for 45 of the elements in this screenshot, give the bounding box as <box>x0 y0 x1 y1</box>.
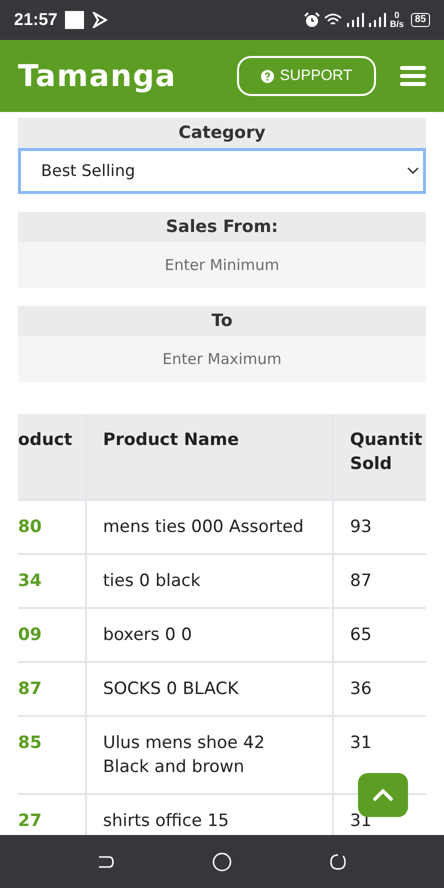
alarm-icon <box>304 12 320 28</box>
brand-logo[interactable]: Tamanga <box>18 54 176 98</box>
product-link[interactable]: 27 <box>18 811 42 831</box>
table-cell: 93 <box>350 517 372 537</box>
column-header: Quantit Sold <box>333 414 426 500</box>
back-icon[interactable] <box>96 854 115 870</box>
column-header: oduct <box>18 414 86 500</box>
menu-icon[interactable] <box>400 66 426 86</box>
maximum-input[interactable]: Enter Maximum <box>18 336 426 382</box>
chevron-up-icon <box>373 789 393 801</box>
support-button[interactable]: SUPPORT <box>237 56 376 96</box>
table-cell: 31 <box>350 733 372 753</box>
product-link[interactable]: 85 <box>18 733 42 753</box>
minimum-input[interactable]: Enter Minimum <box>18 242 426 288</box>
recents-icon[interactable] <box>329 852 348 870</box>
product-link[interactable]: 34 <box>18 571 42 591</box>
table-cell: mens ties 000 Assorted <box>103 517 304 537</box>
field-label: To <box>18 306 426 336</box>
chevron-down-icon <box>407 167 419 175</box>
home-icon[interactable] <box>212 852 232 872</box>
table-cell: boxers 0 0 <box>103 625 192 645</box>
battery-indicator: 85 <box>410 13 430 27</box>
table-cell: ties 0 black <box>103 571 200 591</box>
table-cell: 87 <box>350 571 372 591</box>
wifi-icon <box>324 13 342 27</box>
product-link[interactable]: 87 <box>18 679 42 699</box>
net-speed-value: 0 <box>394 11 400 20</box>
status-time: 21:57 <box>14 9 58 32</box>
table-cell: shirts office 15 <box>103 811 229 831</box>
play-icon <box>92 12 108 28</box>
product-link[interactable]: 09 <box>18 625 42 645</box>
field-label: Sales From: <box>18 212 426 242</box>
square-icon <box>65 11 84 29</box>
signal-icon <box>346 13 364 27</box>
help-icon <box>260 70 274 82</box>
net-speed-unit: B/s <box>390 20 404 29</box>
table-cell: 36 <box>350 679 372 699</box>
column-header: Product Name <box>86 414 333 500</box>
table-cell: 65 <box>350 625 372 645</box>
field-label: Category <box>18 118 426 148</box>
table-cell: Ulus mens shoe 42 Black and brown <box>103 733 265 777</box>
table-cell: SOCKS 0 BLACK <box>103 679 238 699</box>
product-link[interactable]: 80 <box>18 517 42 537</box>
category-select[interactable]: Best Selling <box>18 148 426 194</box>
signal-icon <box>368 13 386 27</box>
